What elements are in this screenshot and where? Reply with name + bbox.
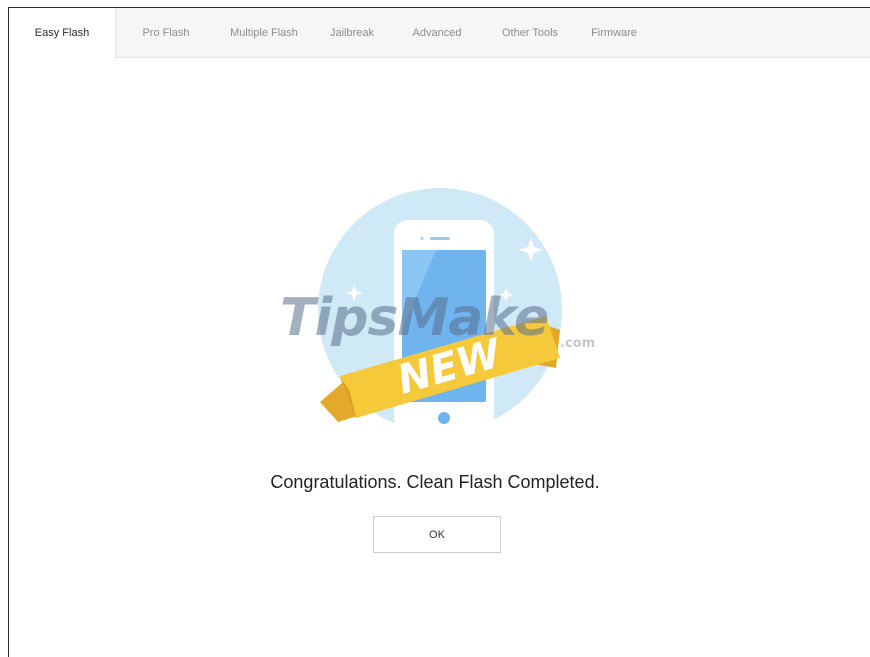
ok-button[interactable]: OK [373, 516, 501, 553]
tab-advanced[interactable]: Advanced [392, 8, 482, 57]
tab-bar: Easy Flash Pro Flash Multiple Flash Jail… [9, 8, 870, 58]
phone-home-button [438, 412, 450, 424]
completion-message: Congratulations. Clean Flash Completed. [270, 472, 600, 492]
tab-pro-flash[interactable]: Pro Flash [116, 8, 216, 57]
tab-easy-flash[interactable]: Easy Flash [9, 8, 116, 58]
phone-camera [420, 237, 424, 240]
tab-other-tools[interactable]: Other Tools [482, 8, 578, 57]
tab-firmware[interactable]: Firmware [578, 8, 650, 57]
tab-multiple-flash[interactable]: Multiple Flash [216, 8, 312, 57]
phone-speaker [430, 237, 450, 240]
phone-new-icon: NEW [318, 188, 562, 432]
tab-jailbreak[interactable]: Jailbreak [312, 8, 392, 57]
